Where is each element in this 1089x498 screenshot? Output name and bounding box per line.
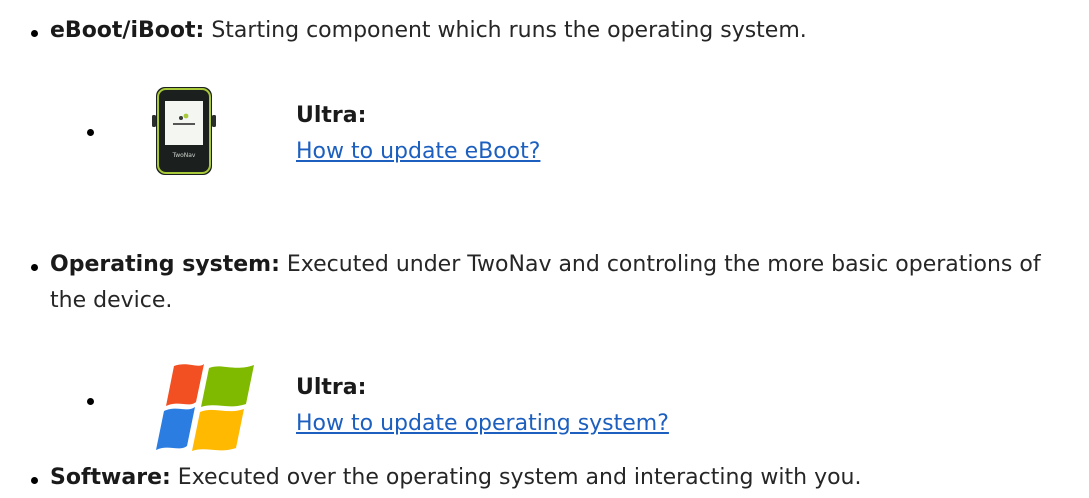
bullet <box>31 477 38 484</box>
twonav-ultra-device-icon: TwoNav <box>152 87 216 175</box>
bullet <box>31 30 38 37</box>
item-term: eBoot/iBoot: <box>50 18 205 43</box>
bullet <box>87 398 94 405</box>
windows-logo-icon <box>156 364 254 451</box>
item-description: Starting component which runs the operat… <box>211 18 807 43</box>
item-term: Software: <box>50 465 171 490</box>
sub-item-title: Ultra: <box>296 103 367 128</box>
item-term: Operating system: <box>50 252 280 277</box>
item-text: Operating system: Executed under TwoNav … <box>50 247 1081 319</box>
update-eboot-link[interactable]: How to update eBoot? <box>296 139 540 164</box>
update-operating-system-link[interactable]: How to update operating system? <box>296 411 669 436</box>
item-text: Software: Executed over the operating sy… <box>50 460 1081 496</box>
item-description: Executed over the operating system and i… <box>177 465 862 490</box>
sub-item-text: Ultra: How to update operating system? <box>296 370 669 442</box>
sub-item-title: Ultra: <box>296 375 367 400</box>
device-brand-text: TwoNav <box>172 152 196 159</box>
bullet <box>87 129 94 136</box>
bullet <box>31 264 38 271</box>
sub-item-text: Ultra: How to update eBoot? <box>296 98 540 170</box>
item-text: eBoot/iBoot: Starting component which ru… <box>50 13 1081 49</box>
